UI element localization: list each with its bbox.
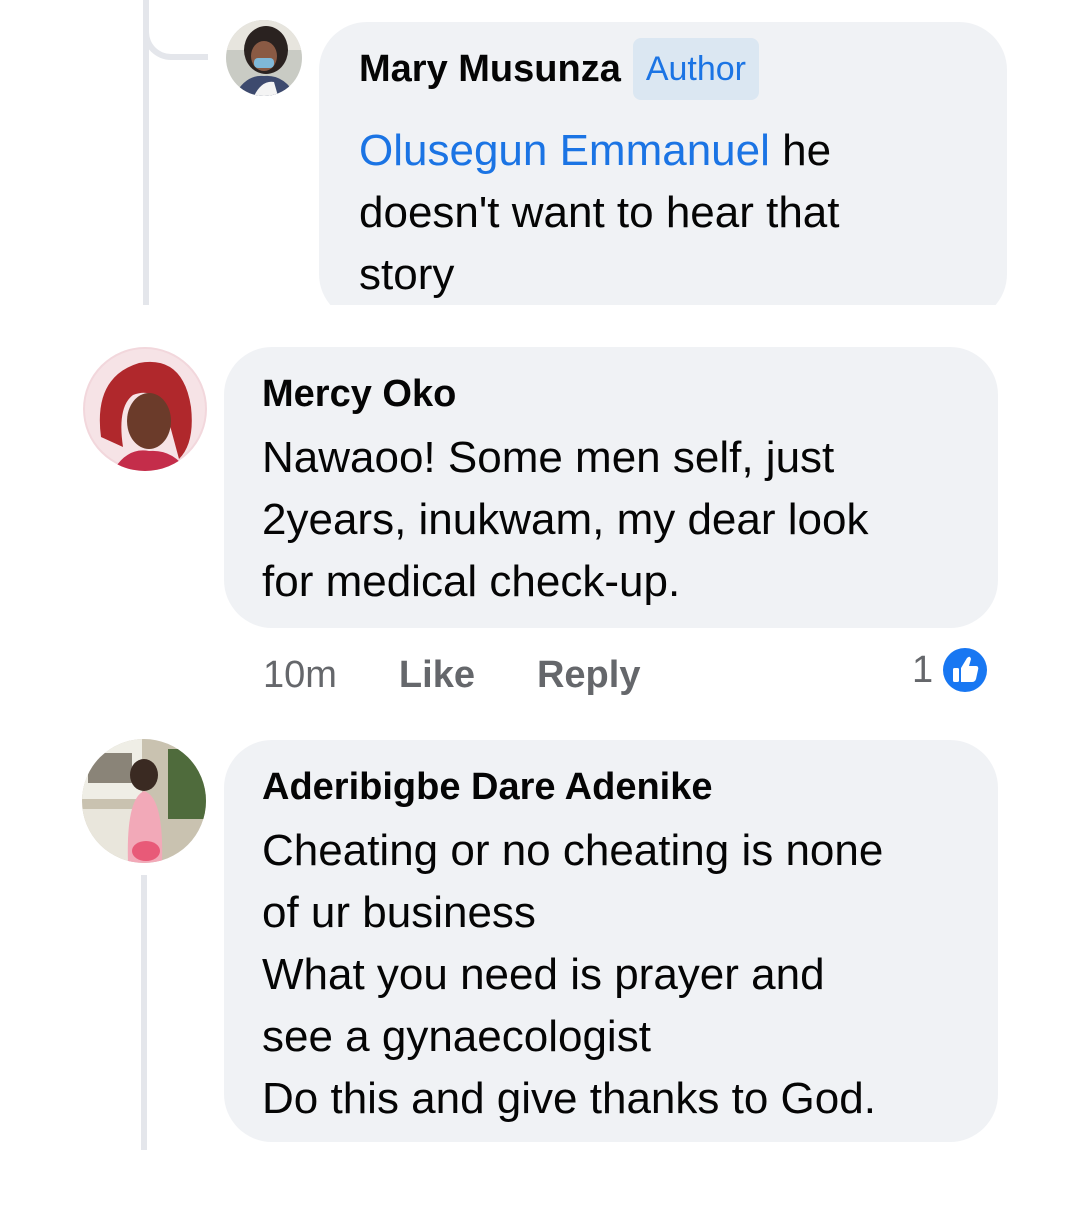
- comment-timestamp[interactable]: 10m: [263, 654, 337, 697]
- comment-actions: 10m Like Reply: [263, 650, 640, 700]
- reply-button[interactable]: Reply: [537, 654, 640, 697]
- mention-link[interactable]: Olusegun Emmanuel: [359, 126, 770, 175]
- comment-text-segment: doesn't want to hear that story: [359, 188, 840, 299]
- comment-author-name[interactable]: Mary Musunza: [359, 46, 621, 92]
- comment-text: Olusegun Emmanuel he doesn't want to hear…: [359, 120, 967, 306]
- avatar[interactable]: [226, 20, 302, 96]
- reply-connector: [143, 0, 208, 60]
- comment-bubble: Aderibigbe Dare Adenike Cheating or no c…: [224, 740, 998, 1142]
- comment-text-segment: he: [769, 126, 832, 175]
- like-reaction-icon: [939, 644, 991, 696]
- scroll-clip: [0, 305, 1080, 345]
- comment-text: Cheating or no cheating is none of ur bu…: [262, 826, 884, 1123]
- reply-thread-line: [141, 875, 147, 1150]
- comment-text: Nawaoo! Some men self, just 2years, inuk…: [262, 433, 869, 606]
- reaction-count: 1: [912, 648, 934, 691]
- avatar[interactable]: [82, 739, 206, 863]
- author-badge: Author: [632, 38, 760, 100]
- comment-bubble: Mary Musunza Author Olusegun Emmanuel he…: [319, 22, 1007, 322]
- comment-author-name[interactable]: Mercy Oko: [262, 371, 960, 417]
- like-button[interactable]: Like: [399, 654, 475, 697]
- reaction-summary[interactable]: 1: [912, 644, 991, 696]
- avatar[interactable]: [83, 347, 207, 471]
- comment-author-name[interactable]: Aderibigbe Dare Adenike: [262, 764, 960, 810]
- comment-bubble: Mercy Oko Nawaoo! Some men self, just 2y…: [224, 347, 998, 628]
